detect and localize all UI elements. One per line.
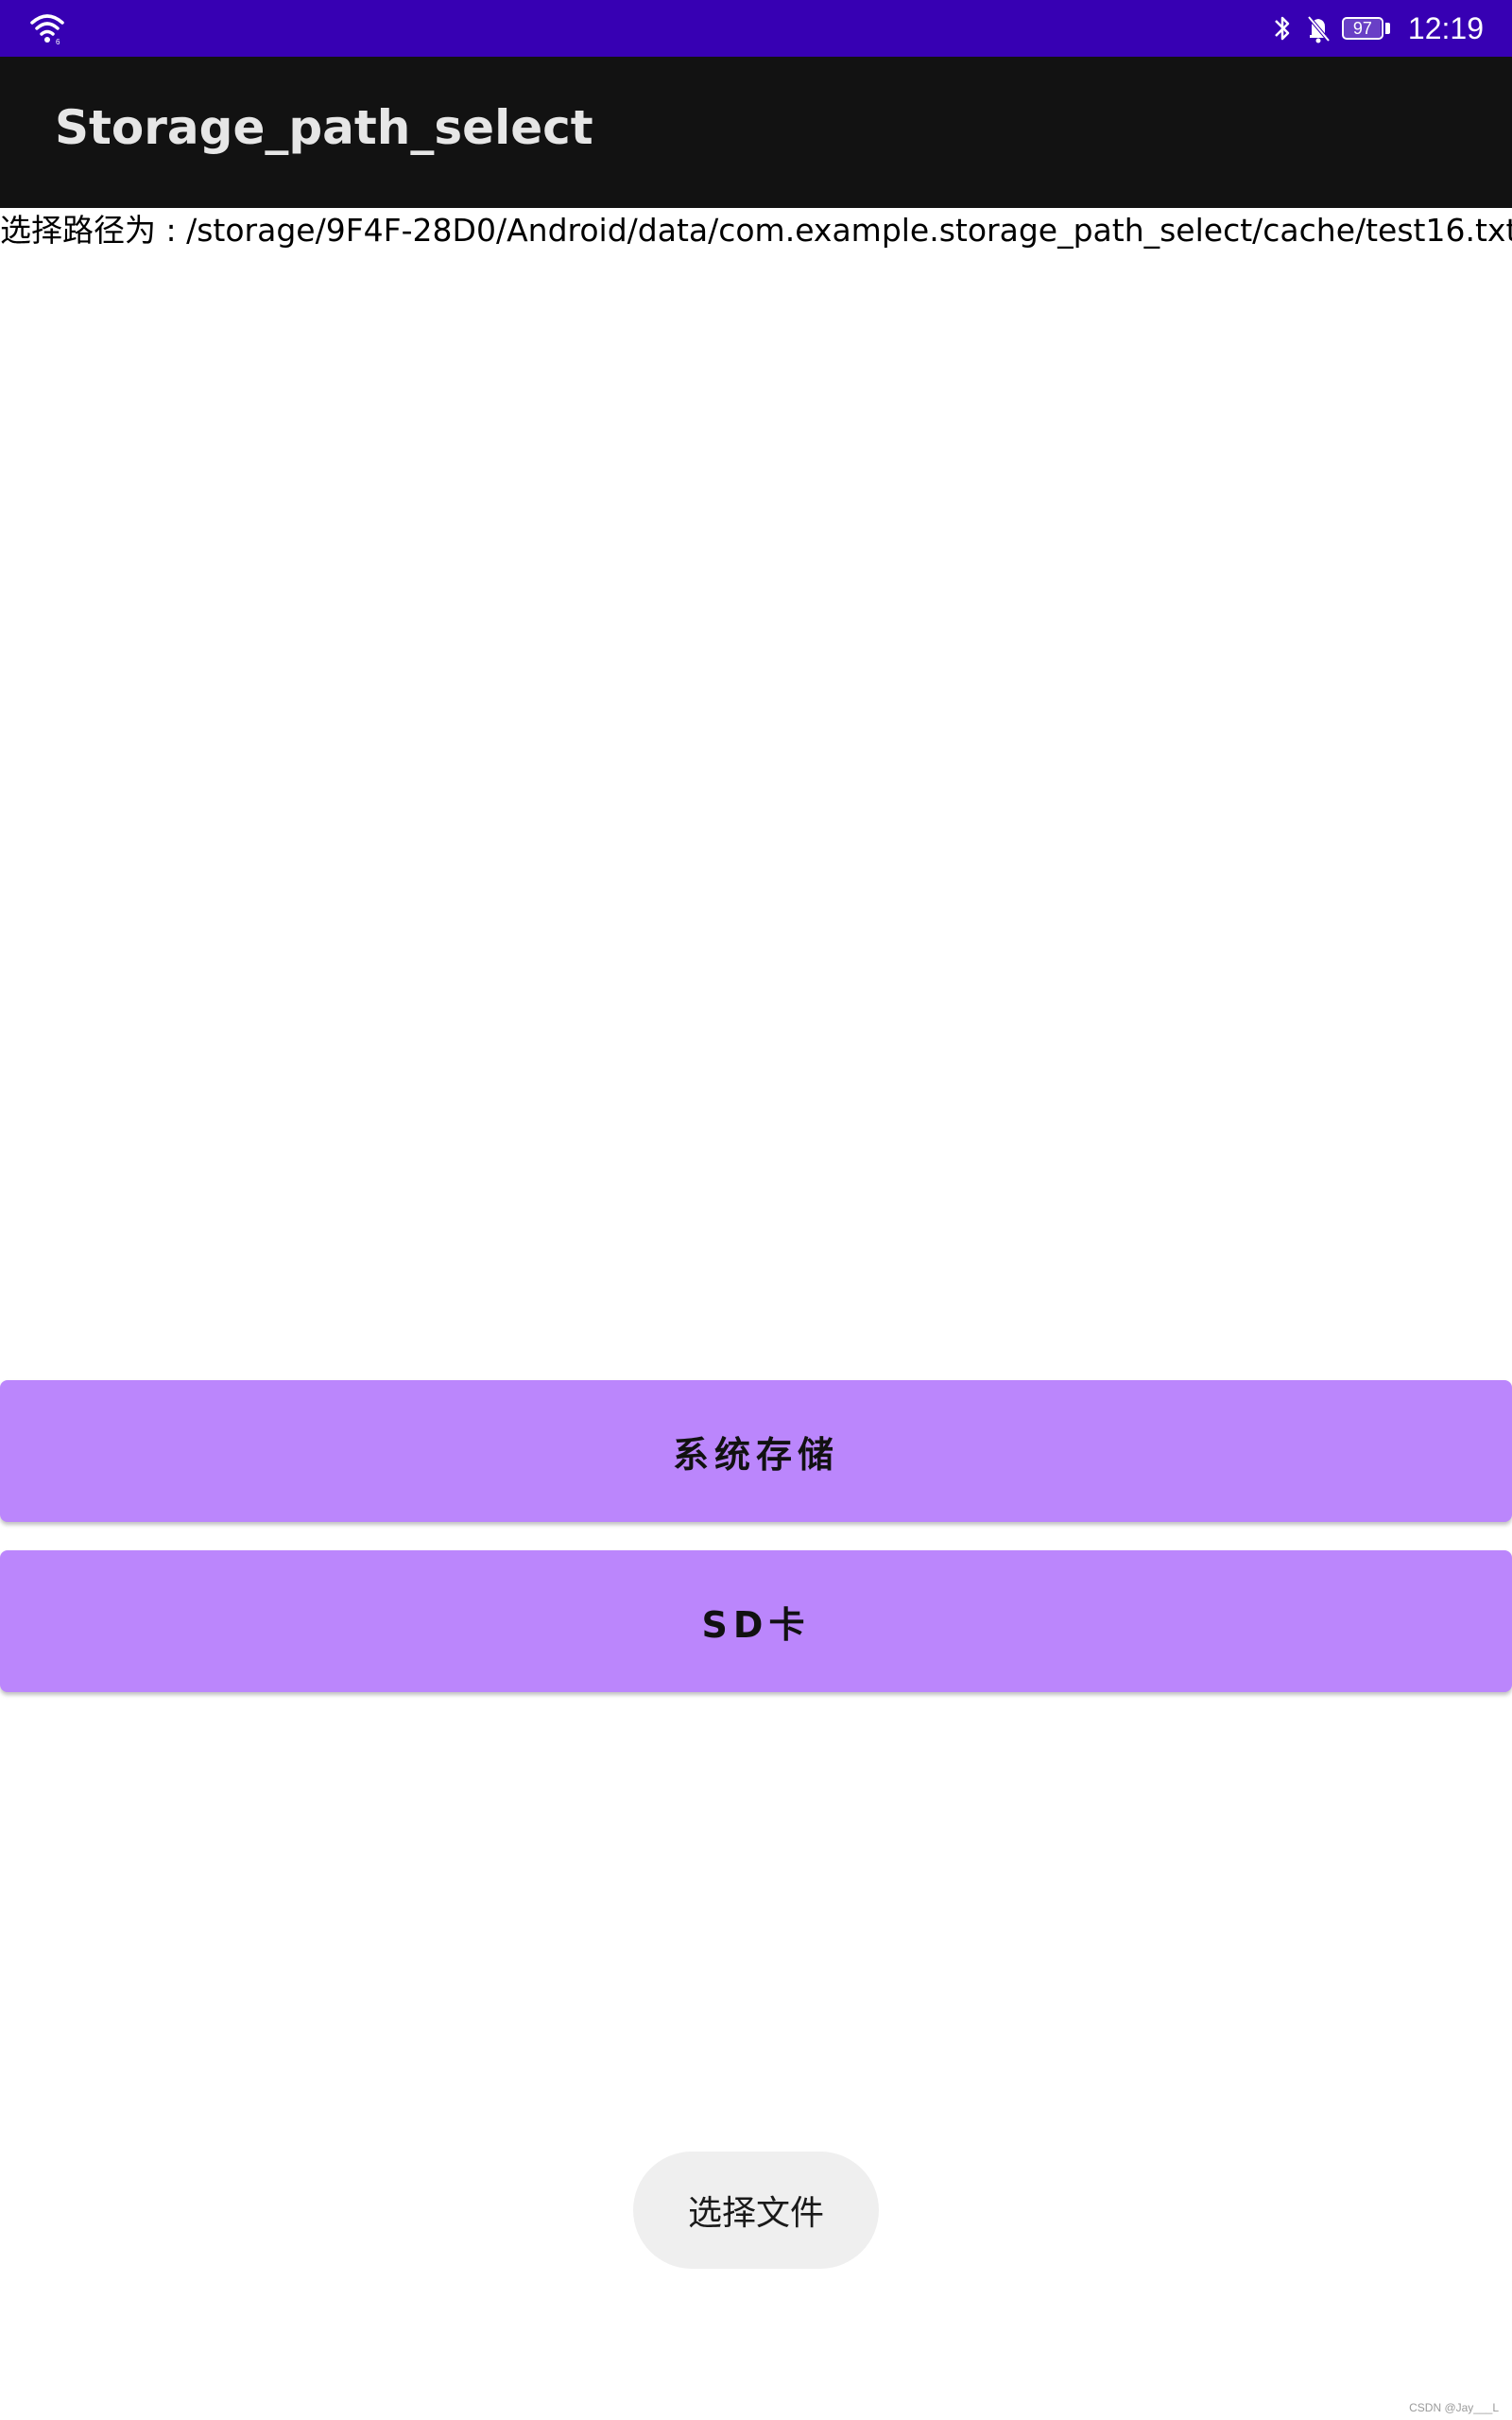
selected-path-text: 选择路径为 : /storage/9F4F-28D0/Android/data/… xyxy=(0,212,1512,249)
app-screen: 6 97 12:19 Storage_path_select 选择路径为: /… xyxy=(0,0,1512,2420)
battery-percent: 97 xyxy=(1352,18,1372,38)
app-bar: Storage_path_select xyxy=(0,57,1512,208)
wifi-icon: 6 xyxy=(30,14,64,45)
bell-off-icon xyxy=(1307,15,1331,43)
watermark: CSDN @Jay___L xyxy=(1409,2401,1499,2414)
battery-tip xyxy=(1384,23,1390,34)
status-time: 12:19 xyxy=(1407,10,1484,45)
battery-icon: 97 xyxy=(1341,15,1391,42)
svg-text:6: 6 xyxy=(56,38,60,45)
system-storage-button[interactable]: 系统存储 xyxy=(0,1380,1512,1522)
app-title: Storage_path_select xyxy=(55,100,593,155)
battery-body: 97 xyxy=(1341,17,1383,40)
status-icons: 97 12:19 xyxy=(1270,0,1484,57)
sd-card-button[interactable]: SD卡 xyxy=(0,1550,1512,1692)
select-file-button[interactable]: 选择文件 xyxy=(633,2152,879,2269)
bluetooth-icon xyxy=(1275,16,1290,41)
status-bar: 6 97 12:19 xyxy=(0,0,1512,57)
